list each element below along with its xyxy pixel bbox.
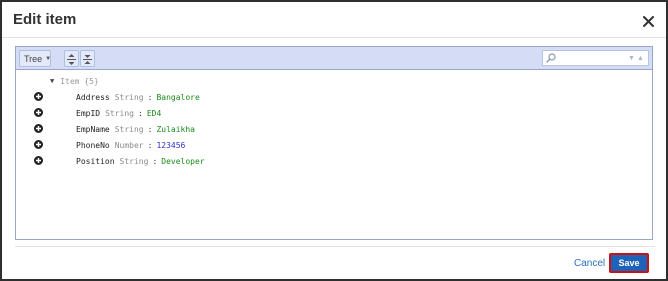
field-value[interactable]: ED4 [147, 109, 161, 118]
field-value[interactable]: Bangalore [156, 93, 199, 102]
field-content[interactable]: EmpID String : ED4 [76, 107, 161, 119]
tree-root[interactable]: ▼ Item {5} [50, 75, 99, 87]
edit-item-dialog: Edit item Tree ▼ ▼ ▲ ▼ Item {5} Address … [0, 0, 668, 281]
search-box: ▼ ▲ [542, 50, 649, 66]
field-separator: : [147, 92, 153, 102]
search-prev-icon[interactable]: ▲ [637, 55, 644, 62]
field-value[interactable]: 123456 [156, 141, 185, 150]
mode-select-button[interactable]: Tree ▼ [19, 50, 51, 67]
tree-row-empname: EmpName String : Zulaikha [16, 123, 652, 137]
collapse-all-button[interactable] [80, 50, 95, 67]
field-content[interactable]: EmpName String : Zulaikha [76, 123, 195, 135]
expand-all-icon [67, 54, 76, 65]
search-input[interactable] [559, 52, 619, 64]
mode-label: Tree [24, 53, 43, 64]
tree-row-position: Position String : Developer [16, 155, 652, 169]
add-field-icon[interactable] [34, 108, 43, 117]
field-content[interactable]: Address String : Bangalore [76, 91, 200, 103]
field-type: Number [114, 140, 144, 150]
root-label: Item {5} [60, 76, 99, 86]
dialog-header: Edit item [2, 2, 666, 38]
field-content[interactable]: PhoneNo Number : 123456 [76, 139, 185, 151]
add-field-icon[interactable] [34, 92, 43, 101]
field-separator: : [138, 108, 143, 118]
expand-all-button[interactable] [64, 50, 79, 67]
field-type: String [114, 92, 144, 102]
tree-row-address: Address String : Bangalore [16, 91, 652, 105]
dialog-title: Edit item [13, 11, 77, 28]
close-button[interactable] [638, 10, 658, 30]
cancel-link[interactable]: Cancel [574, 258, 605, 269]
tree-row-phoneno: PhoneNo Number : 123456 [16, 139, 652, 153]
search-icon [546, 53, 556, 63]
field-value[interactable]: Developer [161, 157, 204, 166]
search-next-icon[interactable]: ▼ [628, 55, 635, 62]
field-key: EmpName [76, 124, 110, 134]
save-button[interactable]: Save [609, 253, 649, 273]
field-separator: : [147, 140, 153, 150]
collapse-triangle-icon[interactable]: ▼ [50, 77, 54, 85]
field-type: String [105, 108, 134, 118]
field-key: Position [76, 156, 115, 166]
field-key: Address [76, 92, 110, 102]
close-icon [642, 16, 654, 27]
dropdown-arrow-icon: ▼ [45, 55, 52, 62]
footer-divider [15, 246, 655, 247]
add-field-icon[interactable] [34, 140, 43, 149]
add-field-icon[interactable] [34, 156, 43, 165]
add-field-icon[interactable] [34, 124, 43, 133]
editor-toolbar: Tree ▼ ▼ ▲ [16, 47, 652, 70]
field-separator: : [147, 124, 153, 134]
field-value[interactable]: Zulaikha [156, 125, 195, 134]
field-type: String [119, 156, 149, 166]
field-key: EmpID [76, 108, 101, 118]
field-content[interactable]: Position String : Developer [76, 155, 205, 167]
field-key: PhoneNo [76, 140, 110, 150]
field-separator: : [152, 156, 158, 166]
tree-row-empid: EmpID String : ED4 [16, 107, 652, 121]
collapse-all-icon [83, 55, 92, 64]
json-editor: Tree ▼ ▼ ▲ ▼ Item {5} Address String: B… [15, 46, 653, 240]
field-type: String [114, 124, 144, 134]
